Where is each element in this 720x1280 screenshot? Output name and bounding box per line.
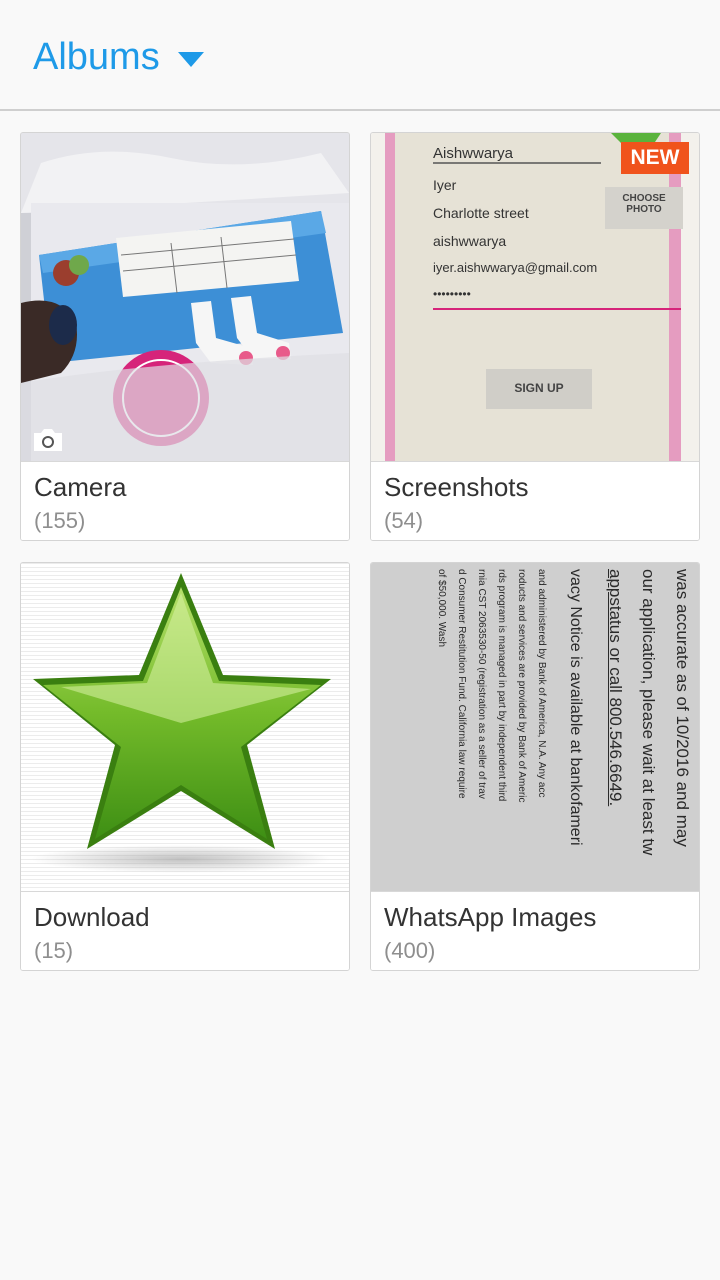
- screenshot-text: •••••••••: [433, 287, 471, 301]
- album-info: WhatsApp Images (400): [371, 891, 699, 970]
- document-text-line: d Consumer Restitution Fund. California …: [456, 569, 467, 799]
- document-text-line: of $50,000. Wash: [436, 569, 447, 648]
- album-card-camera[interactable]: Camera (155): [20, 132, 350, 541]
- screenshot-text: aishwwarya: [433, 233, 507, 249]
- album-thumbnail: [21, 563, 349, 891]
- document-text-line: our application, please wait at least tw: [639, 569, 658, 856]
- screenshot-text: iyer.aishwwarya@gmail.com: [433, 260, 598, 275]
- album-card-download[interactable]: Download (15): [20, 562, 350, 971]
- screenshot-text: Charlotte street: [433, 205, 529, 221]
- album-count: (54): [384, 508, 424, 533]
- screenshot-text: CHOOSE PHOTO: [622, 193, 666, 215]
- album-name: Download: [34, 902, 150, 932]
- album-name: WhatsApp Images: [384, 902, 597, 932]
- album-name: Screenshots: [384, 472, 529, 502]
- album-thumbnail: was accurate as of 10/2016 and may our a…: [371, 563, 699, 891]
- page-title: Albums: [33, 36, 160, 78]
- album-name: Camera: [34, 472, 127, 502]
- screenshot-text: Aishwwarya: [433, 145, 514, 162]
- new-badge: NEW: [621, 142, 689, 174]
- document-text-line: rds program is managed in part by indepe…: [496, 569, 507, 802]
- album-count: (15): [34, 938, 74, 963]
- document-text-line: and administered by Bank of America, N.A…: [536, 569, 547, 798]
- document-text-line: appstatus or call 800.546.6649.: [606, 569, 625, 807]
- album-count: (155): [34, 508, 86, 533]
- screenshot-text: SIGN UP: [514, 381, 564, 395]
- camera-icon: [31, 427, 65, 458]
- document-text-line: rnia CST 2063530-50 (registration as a s…: [476, 569, 487, 799]
- album-info: Screenshots (54): [371, 461, 699, 540]
- album-thumbnail: [21, 133, 349, 461]
- album-count: (400): [384, 938, 436, 963]
- document-text-line: was accurate as of 10/2016 and may: [673, 569, 692, 847]
- album-card-whatsapp-images[interactable]: was accurate as of 10/2016 and may our a…: [370, 562, 700, 971]
- albums-dropdown[interactable]: Albums: [33, 36, 204, 79]
- caret-down-icon: [177, 52, 204, 67]
- screenshot-text: Iyer: [433, 177, 457, 193]
- album-thumbnail: Aishwwarya Iyer Charlotte street aishwwa…: [371, 133, 699, 461]
- album-card-screenshots[interactable]: Aishwwarya Iyer Charlotte street aishwwa…: [370, 132, 700, 541]
- album-info: Camera (155): [21, 461, 349, 540]
- app-header: Albums: [0, 0, 720, 111]
- album-info: Download (15): [21, 891, 349, 970]
- document-text-line: roducts and services are provided by Ban…: [516, 569, 527, 803]
- document-text-line: vacy Notice is available at bankofameri: [567, 569, 584, 846]
